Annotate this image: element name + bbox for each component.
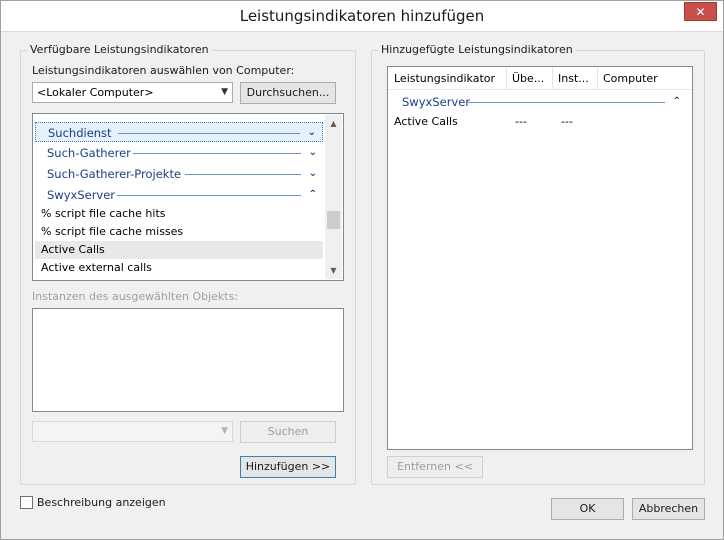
cancel-button[interactable]: Abbrechen <box>632 498 705 520</box>
counter-item[interactable]: Active external calls <box>35 259 323 277</box>
column-header-parent[interactable]: Übe... <box>507 68 553 90</box>
column-header-computer[interactable]: Computer <box>598 68 692 90</box>
scroll-down-icon[interactable]: ▼ <box>325 262 342 279</box>
chevron-up-icon[interactable]: ⌃ <box>673 92 681 112</box>
column-header-counter[interactable]: Leistungsindikator <box>389 68 507 90</box>
added-counters-label: Hinzugefügte Leistungsindikatoren <box>378 43 576 56</box>
divider <box>133 153 301 154</box>
counter-object-label: Suchdienst <box>48 126 112 140</box>
counter-list[interactable]: Suchdienst ⌄ Such-Gatherer ⌄ Such-Gather… <box>32 113 344 281</box>
added-counters-table[interactable]: Leistungsindikator Übe... Inst... Comput… <box>387 66 693 450</box>
added-counters-group: Hinzugefügte Leistungsindikatoren Leistu… <box>371 43 705 485</box>
counter-item[interactable]: Active Calls <box>35 241 323 259</box>
cell-instance: --- <box>561 115 573 128</box>
chevron-down-icon: ▼ <box>221 426 228 436</box>
computer-select-label: Leistungsindikatoren auswählen von Compu… <box>32 64 295 77</box>
divider <box>118 133 300 134</box>
instances-label: Instanzen des ausgewählten Objekts: <box>32 290 239 303</box>
chevron-down-icon[interactable]: ⌄ <box>308 123 316 143</box>
chevron-down-icon[interactable]: ⌄ <box>309 143 317 163</box>
available-counters-label: Verfügbare Leistungsindikatoren <box>27 43 212 56</box>
close-icon: ✕ <box>695 5 706 19</box>
added-group-label: SwyxServer <box>402 95 471 109</box>
dialog-title: Leistungsindikatoren hinzufügen <box>239 7 485 25</box>
divider <box>185 174 301 175</box>
divider <box>117 195 301 196</box>
divider <box>467 102 665 103</box>
scroll-thumb[interactable] <box>327 211 340 229</box>
cell-counter: Active Calls <box>394 115 458 128</box>
scroll-up-icon[interactable]: ▲ <box>325 115 342 132</box>
search-button[interactable]: Suchen <box>240 421 336 443</box>
instances-list[interactable] <box>32 308 344 412</box>
computer-combobox-value: <Lokaler Computer> <box>37 86 154 99</box>
counter-list-scrollbar[interactable]: ▲ ▼ <box>325 115 342 279</box>
add-button[interactable]: Hinzufügen >> <box>240 456 336 478</box>
chevron-down-icon: ▼ <box>221 87 228 97</box>
counter-object-label: Such-Gatherer-Projekte <box>47 167 182 181</box>
cell-parent: --- <box>515 115 527 128</box>
search-combobox[interactable]: ▼ <box>32 421 233 442</box>
remove-button[interactable]: Entfernen << <box>387 456 483 478</box>
close-button[interactable]: ✕ <box>684 2 717 21</box>
counter-object-such-gatherer-projekte[interactable]: Such-Gatherer-Projekte ⌄ <box>35 164 323 184</box>
show-description-label[interactable]: Beschreibung anzeigen <box>37 496 166 509</box>
title-bar: Leistungsindikatoren hinzufügen ✕ <box>1 1 723 32</box>
chevron-up-icon[interactable]: ⌃ <box>309 185 317 205</box>
counter-object-such-gatherer[interactable]: Such-Gatherer ⌄ <box>35 143 323 163</box>
computer-combobox[interactable]: <Lokaler Computer> ▼ <box>32 82 233 103</box>
browse-button[interactable]: Durchsuchen... <box>240 82 336 104</box>
add-counters-dialog: Leistungsindikatoren hinzufügen ✕ Verfüg… <box>0 0 724 540</box>
counter-item[interactable]: % script file cache hits <box>35 205 323 223</box>
counter-object-suchdienst[interactable]: Suchdienst ⌄ <box>35 122 323 142</box>
added-group-swyxserver[interactable]: SwyxServer ⌃ <box>389 92 691 112</box>
available-counters-group: Verfügbare Leistungsindikatoren Leistung… <box>20 43 356 485</box>
counter-item[interactable]: % script file cache misses <box>35 223 323 241</box>
counter-object-swyxserver[interactable]: SwyxServer ⌃ <box>35 185 323 205</box>
table-header: Leistungsindikator Übe... Inst... Comput… <box>389 68 691 90</box>
column-header-instance[interactable]: Inst... <box>553 68 598 90</box>
ok-button[interactable]: OK <box>551 498 624 520</box>
show-description-checkbox[interactable] <box>20 496 33 509</box>
counter-object-label: Such-Gatherer <box>47 146 131 160</box>
chevron-down-icon[interactable]: ⌄ <box>309 164 317 184</box>
table-row[interactable]: Active Calls --- --- <box>389 113 691 131</box>
counter-object-label: SwyxServer <box>47 188 116 202</box>
